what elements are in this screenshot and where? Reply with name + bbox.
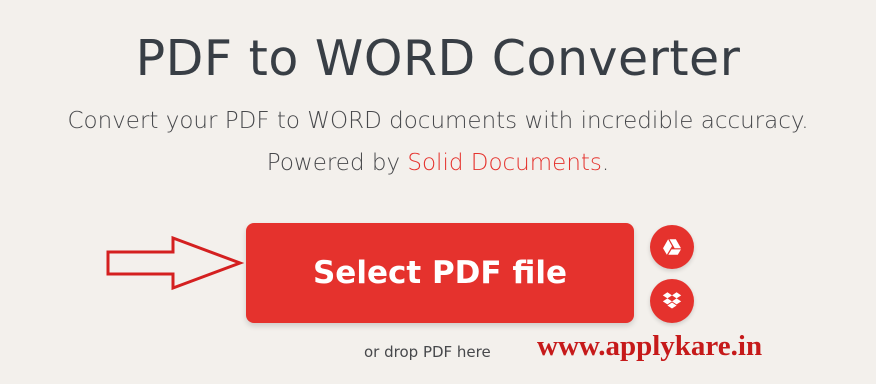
powered-by-suffix: . xyxy=(601,150,610,176)
dropbox-icon xyxy=(662,292,682,309)
drop-hint: or drop PDF here xyxy=(364,343,491,361)
powered-by-text: Powered by xyxy=(266,150,408,176)
powered-by-line: Powered by Solid Documents. xyxy=(0,142,876,184)
watermark: www.applykare.in xyxy=(537,330,763,362)
subtitle-line: Convert your PDF to WORD documents with … xyxy=(67,108,809,134)
page-subtitle: Convert your PDF to WORD documents with … xyxy=(0,100,876,184)
google-drive-icon xyxy=(663,239,681,255)
google-drive-button[interactable] xyxy=(650,225,694,269)
arrow-icon xyxy=(106,235,245,291)
solid-documents-link[interactable]: Solid Documents xyxy=(407,150,602,176)
dropbox-button[interactable] xyxy=(650,279,694,323)
page-title: PDF to WORD Converter xyxy=(135,30,741,87)
select-pdf-button[interactable]: Select PDF file xyxy=(246,223,634,323)
